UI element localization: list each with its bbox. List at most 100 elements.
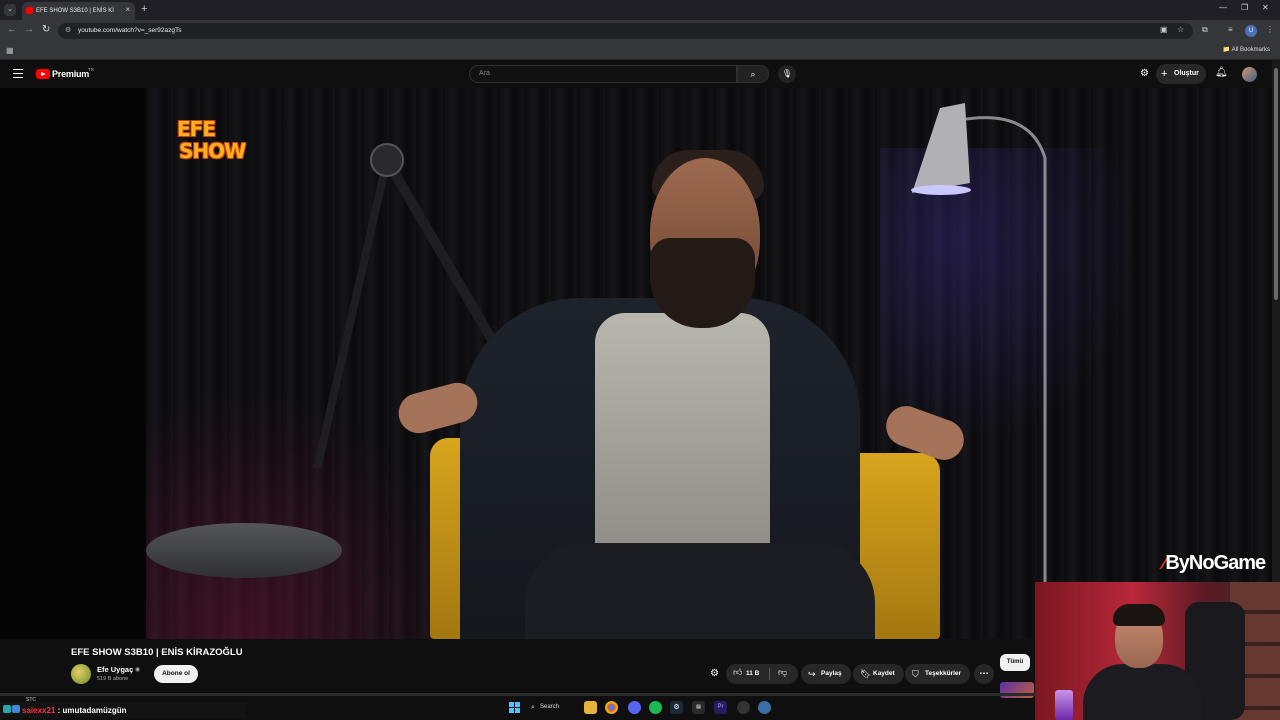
premium-logo-text[interactable]: Premium <box>52 69 89 79</box>
bookmark-icon: 🔖︎ <box>860 669 872 679</box>
subscribe-button[interactable]: Abone ol <box>154 665 198 683</box>
verified-badge-icon: ◉ <box>135 667 141 673</box>
profile-avatar[interactable]: U <box>1245 25 1257 37</box>
guest-shirt <box>595 313 770 553</box>
ai-sparkle-icon[interactable]: ⚙ <box>710 668 719 679</box>
settings-gear-icon[interactable]: ⚙ <box>1140 68 1149 79</box>
plus-icon: + <box>1161 68 1168 80</box>
file-explorer-icon[interactable] <box>584 701 597 714</box>
create-button[interactable]: + Oluştur <box>1156 64 1206 84</box>
browser-toolbar: ← → ↻ ⚙ youtube.com/watch?v=_ser92azgTs … <box>0 20 1280 42</box>
show-logo-line1: EFE <box>177 117 216 141</box>
all-bookmarks-link[interactable]: 📁 All Bookmarks <box>1223 46 1270 53</box>
back-icon[interactable]: ← <box>7 24 17 35</box>
spotify-icon[interactable] <box>649 701 662 714</box>
youtube-logo-icon[interactable] <box>36 69 50 79</box>
show-logo: EFE SHOW <box>177 118 253 174</box>
url-text: youtube.com/watch?v=_ser92azgTs <box>78 27 182 34</box>
like-dislike-group: 👍︎ 11 B 👎︎ <box>726 664 798 684</box>
dislike-thumb-icon[interactable]: 👎︎ <box>778 667 787 678</box>
bookmarks-bar: ▦ 📁 All Bookmarks <box>0 42 1280 60</box>
channel-name[interactable]: Efe Uygaç <box>97 665 133 674</box>
sponsor-watermark-text: ByNoGame <box>1165 552 1266 574</box>
share-label: Paylaş <box>821 670 842 677</box>
windows-taskbar: ⌕ Search ⚙ ▤ Pr <box>500 698 780 718</box>
settings-app-icon[interactable] <box>758 701 771 714</box>
close-window-icon[interactable]: ✕ <box>1262 3 1269 12</box>
chrome-icon[interactable] <box>605 701 618 714</box>
browser-menu-icon[interactable]: ⋮ <box>1266 25 1274 34</box>
divider <box>769 668 770 680</box>
youtube-favicon-icon <box>26 7 33 14</box>
streamer-hair <box>1113 604 1165 626</box>
new-tab-button[interactable]: + <box>141 3 147 15</box>
country-code: TR <box>88 67 94 72</box>
taskbar-search[interactable]: ⌕ Search <box>530 700 572 715</box>
create-label: Oluştur <box>1174 70 1199 77</box>
app-icon[interactable]: ▤ <box>692 701 705 714</box>
subscriber-count: 519 B abone <box>97 676 129 682</box>
desk-lamp <box>1055 690 1073 720</box>
save-label: Kaydet <box>873 670 895 677</box>
super-thanks-icon: ⛉ <box>912 669 919 679</box>
thanks-button[interactable]: ⛉ Teşekkürler <box>905 664 971 684</box>
search-icon: ⌕ <box>531 704 535 711</box>
video-title: EFE SHOW S3B10 | ENİS KİRAZOĞLU <box>71 647 243 658</box>
tab-search-icon[interactable]: ⌄ <box>4 4 16 16</box>
all-bookmarks-label: All Bookmarks <box>1231 47 1270 53</box>
thanks-label: Teşekkürler <box>925 670 962 677</box>
chat-badge-icon <box>12 705 20 713</box>
forward-icon[interactable]: → <box>24 24 34 35</box>
voice-search-button[interactable]: 🎙 <box>778 65 796 83</box>
reload-icon[interactable]: ↻ <box>42 24 50 35</box>
maximize-icon[interactable]: ❐ <box>1241 3 1248 12</box>
minimize-icon[interactable]: — <box>1219 3 1227 12</box>
youtube-header: Premium TR Ara ⌕ 🎙 ⚙ + Oluştur 🔔︎ <box>0 60 1272 88</box>
chat-username: saiexx21 <box>22 706 56 715</box>
channel-avatar[interactable] <box>71 664 91 684</box>
share-button[interactable]: ↪ Paylaş <box>801 664 851 684</box>
filter-chip-all[interactable]: Tümü <box>1000 654 1030 671</box>
hamburger-menu-icon[interactable] <box>13 69 23 78</box>
windows-start-icon[interactable] <box>508 701 521 714</box>
notifications-bell-icon[interactable]: 🔔︎ <box>1215 67 1228 78</box>
premiere-pro-icon[interactable]: Pr <box>714 701 727 714</box>
video-player[interactable]: EFE SHOW ⁄ByNoGame <box>0 88 1272 639</box>
obs-icon[interactable] <box>737 701 750 714</box>
cast-icon[interactable]: ▣ <box>1160 25 1168 34</box>
taskbar-search-label: Search <box>540 704 560 710</box>
search-button[interactable]: ⌕ <box>737 65 769 83</box>
browser-tab-active[interactable]: EFE SHOW S3B10 | ENİS Kİ × <box>22 2 135 20</box>
show-logo-line2: SHOW <box>179 139 246 163</box>
save-button[interactable]: 🔖︎ Kaydet <box>853 664 904 684</box>
extensions-icon[interactable]: ⧉ <box>1202 25 1208 35</box>
streamer-body <box>1083 664 1203 720</box>
tab-title: EFE SHOW S3B10 | ENİS Kİ <box>36 8 114 14</box>
steam-icon[interactable]: ⚙ <box>670 701 683 714</box>
guest-pants <box>525 543 875 639</box>
chat-message: saiexx21 : umutadamüzgün <box>0 703 246 718</box>
search-input[interactable]: Ara <box>469 65 737 83</box>
search-icon: ⌕ <box>750 69 756 79</box>
more-actions-button[interactable]: … <box>974 664 994 684</box>
account-avatar[interactable] <box>1242 67 1257 82</box>
address-bar[interactable]: ⚙ youtube.com/watch?v=_ser92azgTs <box>58 23 1193 39</box>
tab-close-icon[interactable]: × <box>125 5 130 14</box>
site-info-icon[interactable]: ⚙ <box>65 23 71 39</box>
browser-tab-bar: ⌄ EFE SHOW S3B10 | ENİS Kİ × + — ❐ ✕ <box>0 0 1280 20</box>
apps-grid-icon[interactable]: ▦ <box>6 46 14 55</box>
sponsor-watermark: ⁄ByNoGame <box>1163 552 1266 575</box>
page-divider-bar <box>0 693 1035 696</box>
reading-list-icon[interactable]: ≡ <box>1228 25 1233 34</box>
bookmark-star-icon[interactable]: ☆ <box>1177 25 1184 34</box>
discord-icon[interactable] <box>628 701 641 714</box>
like-count[interactable]: 11 B <box>746 664 759 684</box>
chat-badge-icon <box>3 705 11 713</box>
microphone-icon: 🎙 <box>781 69 793 78</box>
side-table <box>146 523 342 578</box>
scrollbar-thumb[interactable] <box>1274 68 1278 300</box>
share-arrow-icon: ↪ <box>808 669 816 679</box>
chat-text: : umutadamüzgün <box>57 706 127 715</box>
streamer-webcam-overlay <box>1035 582 1280 720</box>
like-thumb-icon[interactable]: 👍︎ <box>733 667 742 678</box>
